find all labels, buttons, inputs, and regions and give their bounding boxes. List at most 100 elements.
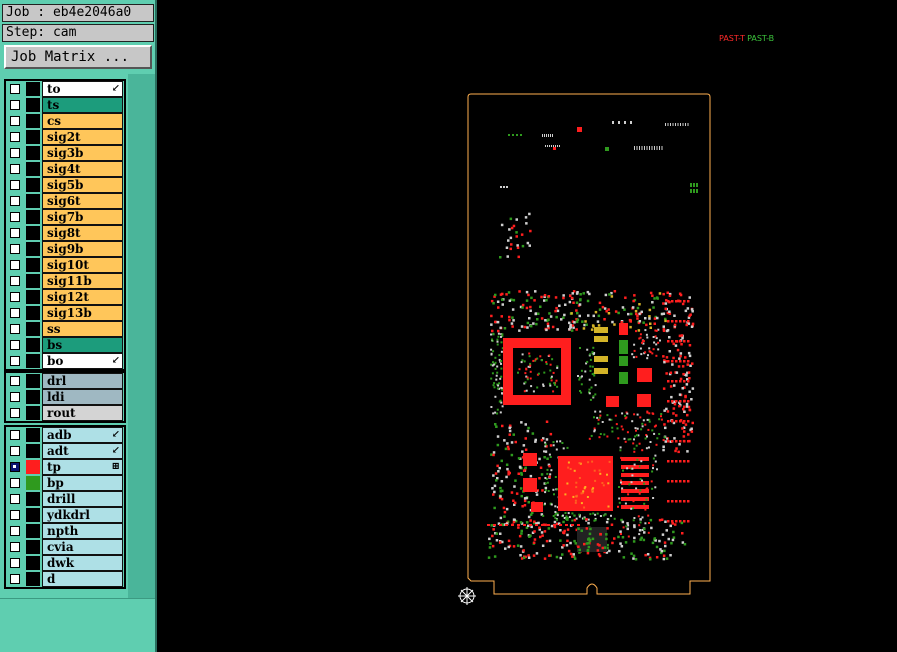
layer-color-swatch[interactable] — [26, 210, 40, 224]
layer-checkbox-adb[interactable] — [10, 430, 20, 440]
layer-row-to[interactable]: to ↙ — [6, 81, 124, 97]
layer-row-ydkdrl[interactable]: ydkdrl — [6, 507, 124, 523]
layer-color-swatch[interactable] — [26, 406, 40, 420]
layer-name-bs[interactable]: bs — [42, 337, 123, 353]
layer-name-cvia[interactable]: cvia — [42, 539, 123, 555]
layer-row-rout[interactable]: rout — [6, 405, 124, 421]
layer-color-swatch[interactable] — [26, 374, 40, 388]
layer-color-swatch[interactable] — [26, 354, 40, 368]
layer-row-cs[interactable]: cs — [6, 113, 124, 129]
layer-row-drl[interactable]: drl — [6, 373, 124, 389]
layer-color-swatch[interactable] — [26, 572, 40, 586]
layer-checkbox-sig4t[interactable] — [10, 164, 20, 174]
layer-name-sig6t[interactable]: sig6t — [42, 193, 123, 209]
layer-name-npth[interactable]: npth — [42, 523, 123, 539]
layer-color-swatch[interactable] — [26, 258, 40, 272]
layer-checkbox-ydkdrl[interactable] — [10, 510, 20, 520]
layer-row-drill[interactable]: drill — [6, 491, 124, 507]
job-matrix-button[interactable]: Job Matrix ... — [4, 45, 152, 69]
layer-row-npth[interactable]: npth — [6, 523, 124, 539]
layer-color-swatch[interactable] — [26, 492, 40, 506]
layer-name-sig8t[interactable]: sig8t — [42, 225, 123, 241]
layer-name-ts[interactable]: ts — [42, 97, 123, 113]
layer-checkbox-sig10t[interactable] — [10, 260, 20, 270]
layer-name-adb[interactable]: adb ↙ — [42, 427, 123, 443]
layer-row-ss[interactable]: ss — [6, 321, 124, 337]
layer-checkbox-ldi[interactable] — [10, 392, 20, 402]
layer-color-swatch[interactable] — [26, 242, 40, 256]
layer-checkbox-cs[interactable] — [10, 116, 20, 126]
layer-checkbox-cvia[interactable] — [10, 542, 20, 552]
layer-checkbox-drill[interactable] — [10, 494, 20, 504]
layer-name-adt[interactable]: adt ↙ — [42, 443, 123, 459]
layer-checkbox-sig7b[interactable] — [10, 212, 20, 222]
layer-row-d[interactable]: d — [6, 571, 124, 587]
layer-name-sig10t[interactable]: sig10t — [42, 257, 123, 273]
layer-color-swatch[interactable] — [26, 146, 40, 160]
layer-checkbox-bo[interactable] — [10, 356, 20, 366]
layer-row-sig5b[interactable]: sig5b — [6, 177, 124, 193]
pcb-view[interactable] — [157, 0, 897, 652]
layer-name-sig13b[interactable]: sig13b — [42, 305, 123, 321]
layer-checkbox-adt[interactable] — [10, 446, 20, 456]
layer-color-swatch[interactable] — [26, 290, 40, 304]
layer-name-tp[interactable]: tp ⊞ — [42, 459, 123, 475]
layer-row-sig12t[interactable]: sig12t — [6, 289, 124, 305]
layer-checkbox-to[interactable] — [10, 84, 20, 94]
layer-name-sig12t[interactable]: sig12t — [42, 289, 123, 305]
layer-color-swatch[interactable] — [26, 556, 40, 570]
layer-checkbox-rout[interactable] — [10, 408, 20, 418]
layer-color-swatch[interactable] — [26, 476, 40, 490]
layer-color-swatch[interactable] — [26, 306, 40, 320]
layer-checkbox-bp[interactable] — [10, 478, 20, 488]
layer-checkbox-ts[interactable] — [10, 100, 20, 110]
layer-color-swatch[interactable] — [26, 338, 40, 352]
layer-row-sig9b[interactable]: sig9b — [6, 241, 124, 257]
layer-name-sig3b[interactable]: sig3b — [42, 145, 123, 161]
layer-color-swatch[interactable] — [26, 162, 40, 176]
layer-checkbox-npth[interactable] — [10, 526, 20, 536]
layer-checkbox-sig13b[interactable] — [10, 308, 20, 318]
layer-row-cvia[interactable]: cvia — [6, 539, 124, 555]
layer-color-swatch[interactable] — [26, 524, 40, 538]
layer-color-swatch[interactable] — [26, 460, 40, 474]
layer-row-ts[interactable]: ts — [6, 97, 124, 113]
layer-row-adb[interactable]: adb ↙ — [6, 427, 124, 443]
layer-checkbox-drl[interactable] — [10, 376, 20, 386]
layer-checkbox-ss[interactable] — [10, 324, 20, 334]
graphic-canvas[interactable]: PAST-T PAST-B — [157, 0, 897, 652]
layer-name-ldi[interactable]: ldi — [42, 389, 123, 405]
layer-name-sig9b[interactable]: sig9b — [42, 241, 123, 257]
layer-color-swatch[interactable] — [26, 444, 40, 458]
layer-row-bo[interactable]: bo ↙ — [6, 353, 124, 369]
layer-color-swatch[interactable] — [26, 130, 40, 144]
layer-row-bs[interactable]: bs — [6, 337, 124, 353]
layer-color-swatch[interactable] — [26, 322, 40, 336]
layer-color-swatch[interactable] — [26, 98, 40, 112]
layer-row-sig13b[interactable]: sig13b — [6, 305, 124, 321]
layer-name-sig2t[interactable]: sig2t — [42, 129, 123, 145]
layer-row-sig8t[interactable]: sig8t — [6, 225, 124, 241]
layer-row-adt[interactable]: adt ↙ — [6, 443, 124, 459]
layer-checkbox-bs[interactable] — [10, 340, 20, 350]
layer-row-ldi[interactable]: ldi — [6, 389, 124, 405]
layer-color-swatch[interactable] — [26, 178, 40, 192]
layer-color-swatch[interactable] — [26, 82, 40, 96]
layer-name-bo[interactable]: bo ↙ — [42, 353, 123, 369]
layer-row-sig10t[interactable]: sig10t — [6, 257, 124, 273]
layer-row-sig7b[interactable]: sig7b — [6, 209, 124, 225]
layer-checkbox-sig8t[interactable] — [10, 228, 20, 238]
layer-checkbox-d[interactable] — [10, 574, 20, 584]
layer-row-sig11b[interactable]: sig11b — [6, 273, 124, 289]
layer-name-dwk[interactable]: dwk — [42, 555, 123, 571]
layer-color-swatch[interactable] — [26, 194, 40, 208]
layer-color-swatch[interactable] — [26, 274, 40, 288]
layer-checkbox-sig12t[interactable] — [10, 292, 20, 302]
layer-name-drill[interactable]: drill — [42, 491, 123, 507]
layer-row-bp[interactable]: bp — [6, 475, 124, 491]
layer-name-sig4t[interactable]: sig4t — [42, 161, 123, 177]
layer-name-ss[interactable]: ss — [42, 321, 123, 337]
layer-row-sig6t[interactable]: sig6t — [6, 193, 124, 209]
layer-name-sig11b[interactable]: sig11b — [42, 273, 123, 289]
layer-checkbox-sig5b[interactable] — [10, 180, 20, 190]
